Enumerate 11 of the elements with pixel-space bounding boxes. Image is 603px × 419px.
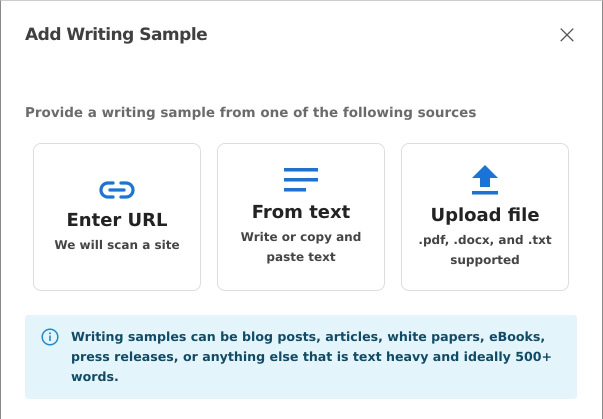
dialog-title: Add Writing Sample	[25, 25, 208, 45]
source-option-card[interactable]: Upload file .pdf, .docx, and .txt supported	[401, 143, 569, 291]
source-option-card[interactable]: Enter URL We will scan a site	[33, 143, 201, 291]
info-text: Writing samples can be blog posts, articles, white papers, eBooks, press releases, or anything else that is text heavy and ideally 500+ words.	[71, 328, 554, 386]
text-lines-icon	[284, 168, 318, 192]
info-icon	[41, 328, 59, 346]
close-button[interactable]: ×	[556, 24, 578, 46]
source-option-card[interactable]: From text Write or copy and paste text	[217, 143, 385, 291]
prompt-text: Provide a writing sample from one of the following sources	[25, 105, 478, 121]
link-icon	[99, 180, 135, 200]
upload-icon	[472, 164, 498, 194]
